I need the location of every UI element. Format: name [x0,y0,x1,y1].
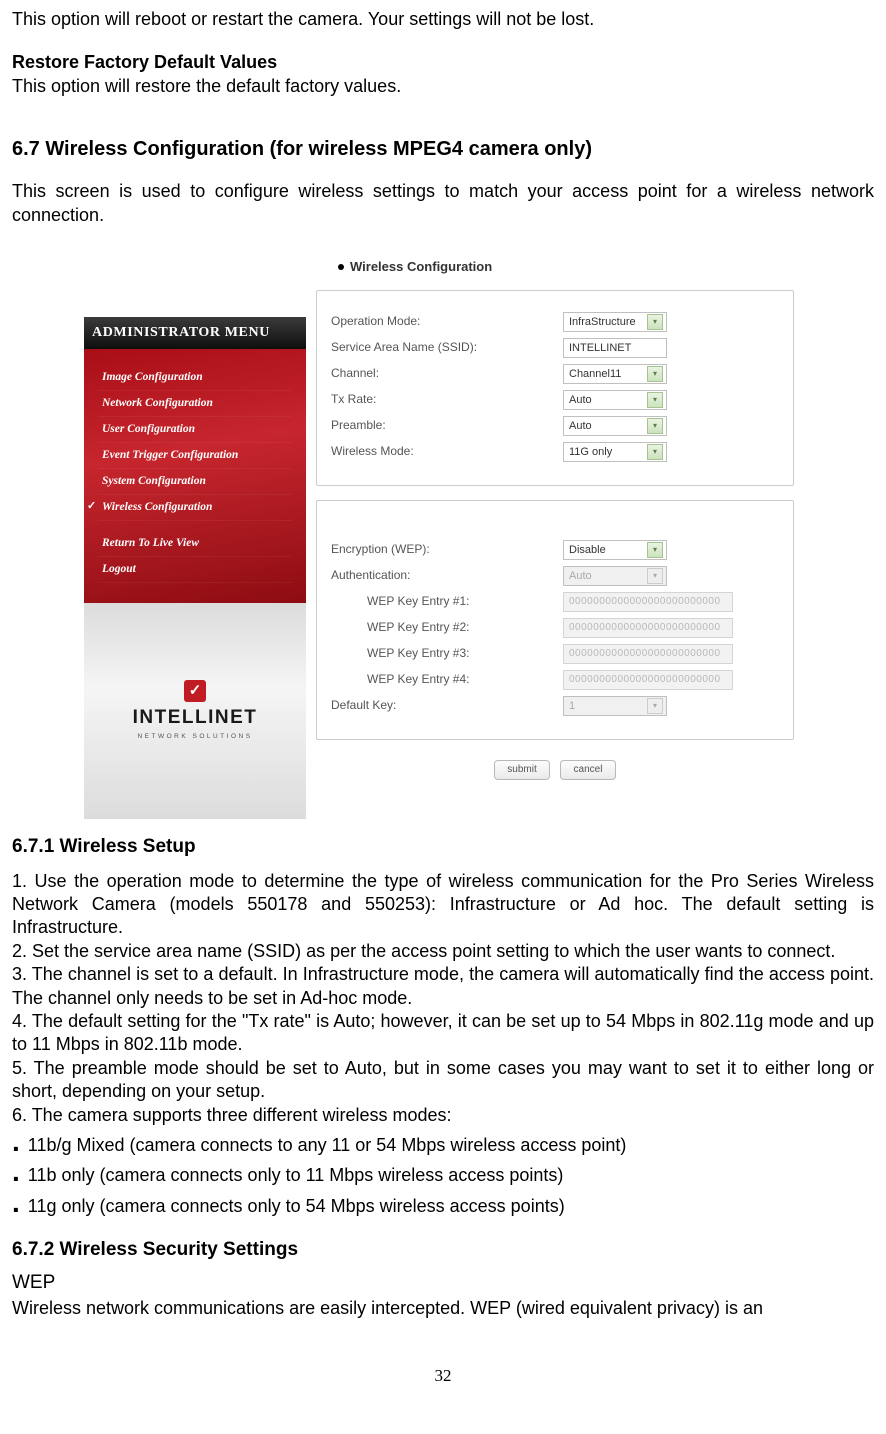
enc-value: Disable [569,543,606,557]
preamble-label: Preamble: [331,418,563,434]
key3-input[interactable]: 0000000000000000000000000 [563,644,733,664]
enc-label: Encryption (WEP): [331,542,563,558]
key3-label: WEP Key Entry #3: [331,646,563,662]
admin-menu-title: ADMINISTRATOR MENU [84,317,306,349]
menu-event-trigger-config[interactable]: Event Trigger Configuration [98,443,292,469]
default-key-label: Default Key: [331,698,563,714]
bullet-icon [338,264,344,270]
menu-user-config[interactable]: User Configuration [98,417,292,443]
wireless-security-box: Encryption (WEP): Disable ▾ Authenticati… [316,500,794,740]
key4-input[interactable]: 0000000000000000000000000 [563,670,733,690]
bullet-1: . 11b/g Mixed (camera connects to any 11… [12,1134,874,1157]
wmode-select[interactable]: 11G only ▾ [563,442,667,462]
restore-title: Restore Factory Default Values [12,51,874,74]
bullet-dot-icon: . [12,1195,20,1212]
key1-input[interactable]: 0000000000000000000000000 [563,592,733,612]
txrate-value: Auto [569,393,592,407]
auth-label: Authentication: [331,568,563,584]
ssid-value: INTELLINET [569,341,631,355]
bullet-2-text: 11b only (camera connects only to 11 Mbp… [28,1164,564,1187]
brand-logo-text: INTELLINET [133,706,258,731]
menu-return-live-view[interactable]: Return To Live View [98,531,292,557]
key2-input[interactable]: 0000000000000000000000000 [563,618,733,638]
chevron-down-icon: ▾ [647,418,663,434]
bullet-1-text: 11b/g Mixed (camera connects to any 11 o… [28,1134,627,1157]
menu-logout[interactable]: Logout [98,557,292,583]
brand-check-icon: ✓ [184,680,206,702]
auth-select[interactable]: Auto ▾ [563,566,667,586]
key4-label: WEP Key Entry #4: [331,672,563,688]
txrate-select[interactable]: Auto ▾ [563,390,667,410]
brand-logo-block: ✓ INTELLINET NETWORK SOLUTIONS [84,603,306,819]
main-panel: Wireless Configuration Operation Mode: I… [306,239,802,819]
menu-system-config[interactable]: System Configuration [98,469,292,495]
s671-p3: 3. The channel is set to a default. In I… [12,963,874,1010]
key1-label: WEP Key Entry #1: [331,594,563,610]
enc-select[interactable]: Disable ▾ [563,540,667,560]
bullet-dot-icon: . [12,1164,20,1181]
menu-network-config[interactable]: Network Configuration [98,391,292,417]
s671-p6: 6. The camera supports three different w… [12,1104,874,1127]
chevron-down-icon: ▾ [647,444,663,460]
chevron-down-icon: ▾ [647,366,663,382]
bullet-dot-icon: . [12,1134,20,1151]
op-mode-value: InfraStructure [569,315,636,329]
bullet-3: . 11g only (camera connects only to 54 M… [12,1195,874,1218]
chevron-down-icon: ▾ [647,542,663,558]
panel-title: Wireless Configuration [316,249,794,290]
bullet-3-text: 11g only (camera connects only to 54 Mbp… [28,1195,565,1218]
sidebar: ADMINISTRATOR MENU Image Configuration N… [84,239,306,819]
channel-value: Channel11 [569,367,621,381]
chevron-down-icon: ▾ [647,568,663,584]
s671-p1: 1. Use the operation mode to determine t… [12,870,874,940]
key2-label: WEP Key Entry #2: [331,620,563,636]
preamble-select[interactable]: Auto ▾ [563,416,667,436]
section-6-7-desc: This screen is used to configure wireles… [12,180,874,227]
channel-label: Channel: [331,366,563,382]
page-number: 32 [12,1365,874,1387]
s671-p4: 4. The default setting for the "Tx rate"… [12,1010,874,1057]
wmode-label: Wireless Mode: [331,444,563,460]
op-mode-select[interactable]: InfraStructure ▾ [563,312,667,332]
button-row: submit cancel [316,754,794,782]
chevron-down-icon: ▾ [647,314,663,330]
auth-value: Auto [569,569,592,583]
default-key-value: 1 [569,699,575,713]
menu-image-config[interactable]: Image Configuration [98,365,292,391]
heading-6-7-2: 6.7.2 Wireless Security Settings [12,1238,874,1263]
sidebar-top-spacer [84,239,306,317]
chevron-down-icon: ▾ [647,698,663,714]
txrate-label: Tx Rate: [331,392,563,408]
heading-6-7-1: 6.7.1 Wireless Setup [12,835,874,860]
submit-button[interactable]: submit [494,760,550,780]
default-key-select[interactable]: 1 ▾ [563,696,667,716]
s671-p5: 5. The preamble mode should be set to Au… [12,1057,874,1104]
cancel-button[interactable]: cancel [560,760,616,780]
panel-title-text: Wireless Configuration [350,259,492,276]
menu-wireless-config[interactable]: Wireless Configuration [98,495,292,521]
brand-logo-sub: NETWORK SOLUTIONS [133,733,258,741]
bullet-2: . 11b only (camera connects only to 11 M… [12,1164,874,1187]
wireless-config-screenshot: ADMINISTRATOR MENU Image Configuration N… [84,239,802,819]
ssid-label: Service Area Name (SSID): [331,340,563,356]
wireless-settings-box: Operation Mode: InfraStructure ▾ Service… [316,290,794,486]
channel-select[interactable]: Channel11 ▾ [563,364,667,384]
wmode-value: 11G only [569,445,612,459]
ssid-input[interactable]: INTELLINET [563,338,667,358]
op-mode-label: Operation Mode: [331,314,563,330]
admin-menu: Image Configuration Network Configuratio… [84,349,306,603]
intro-p1: This option will reboot or restart the c… [12,8,874,31]
chevron-down-icon: ▾ [647,392,663,408]
restore-body: This option will restore the default fac… [12,75,874,98]
wep-title: WEP [12,1271,874,1296]
preamble-value: Auto [569,419,592,433]
heading-6-7: 6.7 Wireless Configuration (for wireless… [12,136,874,162]
wep-body: Wireless network communications are easi… [12,1297,874,1320]
s671-p2: 2. Set the service area name (SSID) as p… [12,940,874,963]
